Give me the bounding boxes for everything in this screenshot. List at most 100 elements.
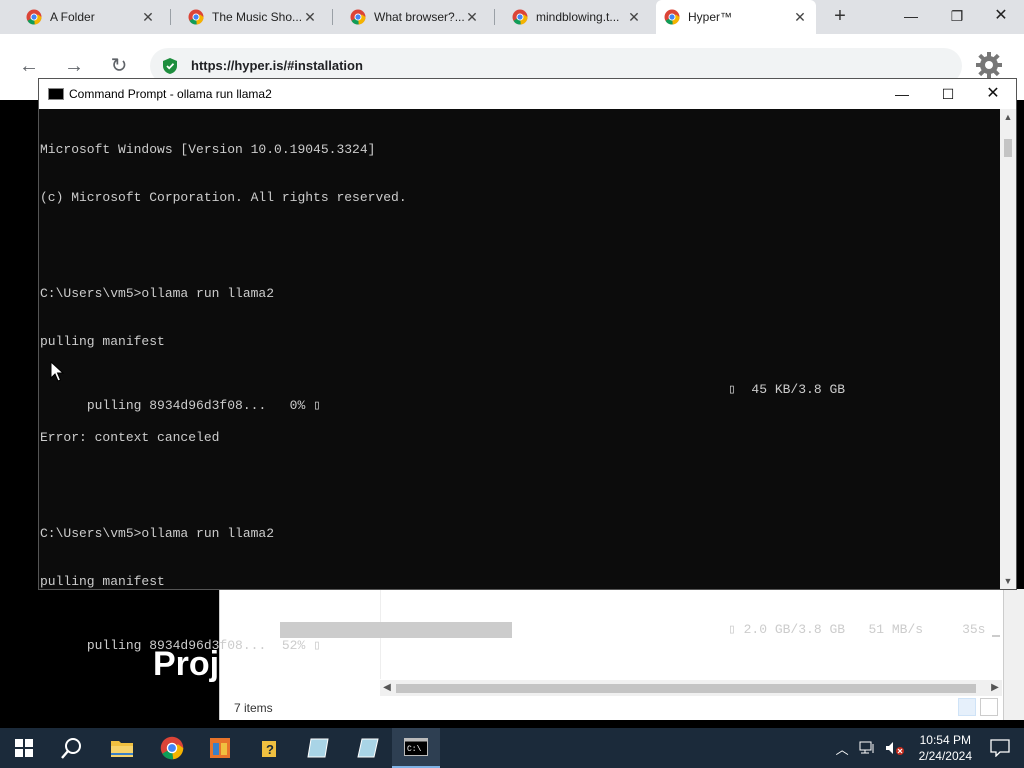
details-view-icon[interactable]: [958, 698, 976, 716]
cmd-maximize-button[interactable]: ☐: [925, 79, 971, 109]
minimize-button[interactable]: —: [888, 0, 934, 34]
forward-button[interactable]: →: [61, 53, 87, 79]
taskbar-app-4[interactable]: [344, 728, 392, 768]
cmd-close-button[interactable]: ✕: [970, 79, 1016, 109]
taskbar-app-1[interactable]: [196, 728, 244, 768]
start-button[interactable]: [0, 728, 48, 768]
console-output[interactable]: Microsoft Windows [Version 10.0.19045.33…: [39, 109, 1000, 653]
search-button[interactable]: [48, 728, 96, 768]
console-line: pulling manifest: [40, 574, 165, 589]
chevron-up-icon[interactable]: ︿: [836, 739, 849, 758]
document-app-icon: [307, 738, 329, 758]
cmd-title: Command Prompt - ollama run llama2: [69, 87, 272, 101]
chrome-icon: [26, 9, 42, 25]
progress-bar-fill: [280, 622, 512, 638]
close-tab-icon[interactable]: ✕: [302, 9, 318, 26]
taskbar-file-explorer[interactable]: [98, 728, 146, 768]
tab-hyper[interactable]: Hyper™ ✕: [656, 0, 816, 34]
progress-line: pulling 8934d96d3f08... 0% ▯ ▯ 45 KB/3.8…: [40, 382, 1000, 413]
taskbar: ? C:\ ︿ 10:54 PM 2/24/2024: [0, 728, 1024, 768]
vertical-scrollbar[interactable]: ▲ ▼: [1000, 109, 1016, 589]
console-line: Error: context canceled: [40, 430, 220, 445]
tab-title: The Music Sho...: [212, 10, 302, 24]
console-line: C:\Users\vm5>ollama run llama2: [40, 526, 275, 541]
progress-stats: ▯ 2.0 GB/3.8 GB 51 MB/s 35s: [728, 622, 986, 637]
settings-gear-icon[interactable]: [976, 52, 1002, 78]
text-cursor: [992, 635, 1000, 637]
scroll-down-icon[interactable]: ▼: [1000, 573, 1016, 589]
cmd-minimize-button[interactable]: —: [879, 79, 925, 109]
tab-separator: [170, 9, 171, 25]
horizontal-scrollbar[interactable]: ◀ ▶: [380, 680, 1002, 696]
close-tab-icon[interactable]: ✕: [626, 9, 642, 26]
taskbar-chrome[interactable]: [148, 728, 196, 768]
scroll-thumb[interactable]: [396, 684, 976, 693]
explorer-side-scrollbar[interactable]: [1004, 589, 1024, 720]
browser-tab-bar: A Folder ✕ The Music Sho... ✕ What brows…: [0, 0, 1024, 34]
taskbar-command-prompt[interactable]: C:\: [392, 728, 440, 768]
progress-bar: [280, 622, 726, 638]
tab-mindblowing[interactable]: mindblowing.t... ✕: [504, 0, 650, 34]
clock-time: 10:54 PM: [919, 733, 971, 747]
close-tab-icon[interactable]: ✕: [792, 9, 808, 26]
console-line: (c) Microsoft Corporation. All rights re…: [40, 190, 407, 205]
progress-stats: ▯ 45 KB/3.8 GB: [728, 382, 846, 397]
scroll-thumb[interactable]: [1004, 139, 1012, 157]
svg-text:C:\: C:\: [407, 745, 422, 754]
large-icons-view-icon[interactable]: [980, 698, 998, 716]
mouse-pointer-icon: [50, 361, 64, 382]
tab-separator: [494, 9, 495, 25]
tab-music-shop[interactable]: The Music Sho... ✕: [180, 0, 326, 34]
taskbar-help-app[interactable]: ?: [246, 728, 294, 768]
tab-title: What browser?...: [374, 10, 464, 24]
svg-text:?: ?: [266, 742, 274, 757]
document-app-icon: [357, 738, 379, 758]
new-tab-button[interactable]: +: [828, 6, 852, 28]
scroll-right-icon[interactable]: ▶: [988, 680, 1002, 696]
help-icon: ?: [262, 741, 276, 757]
chrome-icon: [512, 9, 528, 25]
tab-title: Hyper™: [688, 10, 733, 24]
search-icon: [61, 738, 81, 759]
close-window-button[interactable]: ✕: [978, 0, 1024, 34]
console-line: Microsoft Windows [Version 10.0.19045.33…: [40, 142, 376, 157]
close-tab-icon[interactable]: ✕: [464, 9, 480, 26]
tab-separator: [332, 9, 333, 25]
taskbar-app-3[interactable]: [294, 728, 342, 768]
chrome-icon: [664, 9, 680, 25]
folder-icon: [111, 741, 133, 757]
cmd-icon: [48, 88, 64, 100]
chrome-icon: [160, 736, 184, 760]
clock[interactable]: 10:54 PM 2/24/2024: [919, 732, 972, 764]
console-line: C:\Users\vm5>ollama run llama2: [40, 286, 275, 301]
console-line: pulling manifest: [40, 334, 165, 349]
chrome-icon: [188, 9, 204, 25]
clock-date: 2/24/2024: [918, 749, 972, 763]
app-window-icon: [210, 738, 230, 758]
progress-line: pulling 8934d96d3f08... 52% ▯ ▯ 2.0 GB/3…: [40, 622, 1000, 653]
system-tray: ︿ 10:54 PM 2/24/2024: [830, 728, 1024, 768]
command-prompt-window: Command Prompt - ollama run llama2 — ☐ ✕…: [38, 78, 1017, 653]
progress-label: pulling 8934d96d3f08... 0% ▯: [86, 398, 321, 413]
close-tab-icon[interactable]: ✕: [140, 9, 156, 26]
tab-what-browser[interactable]: What browser?... ✕: [342, 0, 488, 34]
volume-muted-icon[interactable]: [885, 741, 905, 755]
cmd-title-bar[interactable]: Command Prompt - ollama run llama2 — ☐ ✕: [39, 79, 1016, 109]
restore-button[interactable]: ❐: [934, 0, 980, 34]
url-text: https://hyper.is/#installation: [191, 58, 363, 73]
terminal-icon: C:\: [404, 738, 428, 756]
scroll-left-icon[interactable]: ◀: [380, 680, 394, 696]
reload-button[interactable]: ↻: [106, 53, 132, 79]
tab-title: A Folder: [50, 10, 95, 24]
chrome-icon: [350, 9, 366, 25]
network-icon[interactable]: [859, 741, 877, 755]
item-count-status: 7 items: [234, 701, 273, 715]
notification-icon[interactable]: [990, 739, 1010, 757]
scroll-up-icon[interactable]: ▲: [1000, 109, 1016, 125]
tab-title: mindblowing.t...: [536, 10, 620, 24]
back-button[interactable]: ←: [16, 53, 42, 79]
tab-a-folder[interactable]: A Folder ✕: [18, 0, 164, 34]
windows-logo-icon: [15, 739, 33, 757]
